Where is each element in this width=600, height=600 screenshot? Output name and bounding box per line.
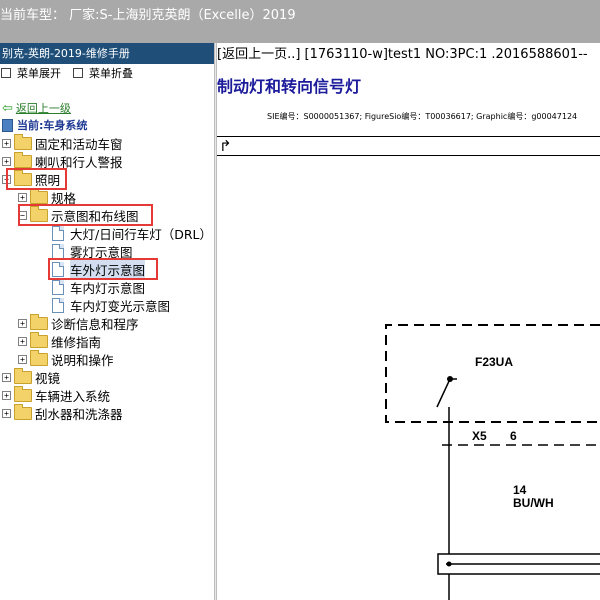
tree-item-lighting[interactable]: − 照明 bbox=[2, 169, 61, 188]
tree-item-diagnostics[interactable]: + 诊断信息和程序 bbox=[18, 313, 139, 332]
tree-item-interior-dimming[interactable]: 车内灯变光示意图 bbox=[52, 296, 170, 314]
tree-item-label: 雾灯示意图 bbox=[70, 244, 133, 260]
tree-item-horn[interactable]: + 喇叭和行人警报 bbox=[2, 151, 123, 170]
expand-icon[interactable]: + bbox=[2, 156, 11, 166]
folder-icon bbox=[14, 367, 32, 384]
pin-label: 6 bbox=[510, 429, 517, 443]
diagram-toolbar: ↱ bbox=[217, 136, 600, 156]
expand-icon[interactable]: + bbox=[2, 390, 11, 400]
tree-item-label: 固定和活动车窗 bbox=[35, 136, 123, 152]
document-icon bbox=[52, 297, 64, 313]
title-bar: 当前车型： 厂家:S-上海别克英朗（Excelle）2019 bbox=[0, 0, 600, 43]
connector-label: X5 bbox=[472, 429, 487, 443]
tree-item-repair[interactable]: + 维修指南 bbox=[18, 331, 102, 350]
expand-icon[interactable]: + bbox=[18, 192, 27, 202]
breadcrumb[interactable]: [返回上一页..] [1763110-w]test1 NO:3PC:1 .201… bbox=[217, 43, 588, 62]
tree-item-fog-lamp[interactable]: 雾灯示意图 bbox=[52, 242, 133, 260]
expand-icon[interactable]: + bbox=[18, 354, 27, 364]
tree-item-specs[interactable]: + 规格 bbox=[18, 187, 77, 206]
document-icon bbox=[52, 261, 64, 277]
current-node-label: 当前:车身系统 bbox=[17, 119, 88, 132]
tree-item-label: 规格 bbox=[51, 190, 77, 206]
tree-item-schematics[interactable]: − 示意图和布线图 bbox=[18, 205, 139, 224]
tree-item-label: 车外灯示意图 bbox=[70, 259, 146, 279]
current-node: 当前:车身系统 bbox=[2, 116, 87, 134]
menu-icon bbox=[73, 68, 83, 78]
tree-item-label: 喇叭和行人警报 bbox=[35, 154, 123, 170]
sidebar: 别克-英朗-2019-维修手册 菜单展开 菜单折叠 ⇦ 返回上一级 当前:车身系… bbox=[0, 43, 215, 600]
book-icon bbox=[2, 118, 13, 132]
switch-arm bbox=[436, 378, 451, 408]
tree-item-label: 车内灯变光示意图 bbox=[70, 298, 171, 314]
component-label: F23UA bbox=[475, 355, 513, 369]
folder-icon bbox=[30, 349, 48, 366]
open-folder-icon bbox=[14, 169, 32, 186]
back-arrow-icon: ⇦ bbox=[2, 100, 13, 116]
tree-item-wipers[interactable]: + 刮水器和洗涤器 bbox=[2, 403, 123, 422]
tree-item-label: 示意图和布线图 bbox=[51, 208, 139, 224]
tree-item-label: 车内灯示意图 bbox=[70, 280, 146, 296]
bus-bar-node bbox=[446, 561, 452, 567]
sidebar-header: 别克-英朗-2019-维修手册 bbox=[0, 43, 215, 64]
page-title: 制动灯和转向信号灯 bbox=[217, 77, 362, 96]
tree-item-label: 照明 bbox=[35, 172, 61, 188]
wire-color-label: BU/WH bbox=[513, 496, 554, 510]
folder-icon bbox=[30, 187, 48, 204]
folder-icon bbox=[14, 151, 32, 168]
document-icon bbox=[52, 225, 64, 241]
back-link-label: 返回上一级 bbox=[15, 102, 71, 115]
expand-icon[interactable]: + bbox=[18, 336, 27, 346]
folder-icon bbox=[14, 403, 32, 420]
window-title: 当前车型： 厂家:S-上海别克英朗（Excelle）2019 bbox=[0, 8, 296, 23]
tree-item-label: 刮水器和洗涤器 bbox=[35, 406, 123, 422]
tree-item-label: 车辆进入系统 bbox=[35, 388, 111, 404]
document-icon bbox=[52, 279, 64, 295]
tree-item-fixed-windows[interactable]: + 固定和活动车窗 bbox=[2, 133, 123, 152]
tree-item-entry[interactable]: + 车辆进入系统 bbox=[2, 385, 111, 404]
tree-item-label: 大灯/日间行车灯（DRL） bbox=[70, 226, 212, 242]
expand-all-label: 菜单展开 bbox=[17, 67, 61, 80]
tree-item-mirrors[interactable]: + 视镜 bbox=[2, 367, 61, 386]
tree-item-label: 视镜 bbox=[35, 370, 61, 386]
menu-icon bbox=[1, 68, 11, 78]
back-link[interactable]: ⇦ 返回上一级 bbox=[2, 99, 71, 117]
expand-all-button[interactable]: 菜单展开 bbox=[1, 65, 61, 81]
folder-icon bbox=[30, 313, 48, 330]
document-ids: SIE编号：S0000051367; FigureSio编号：T00036617… bbox=[267, 112, 578, 121]
content-panel: [返回上一页..] [1763110-w]test1 NO:3PC:1 .201… bbox=[217, 43, 600, 600]
breadcrumb-text: [返回上一页..] [1763110-w]test1 NO:3PC:1 .201… bbox=[217, 47, 588, 62]
expand-icon[interactable]: + bbox=[2, 372, 11, 382]
collapse-icon[interactable]: − bbox=[2, 174, 11, 184]
tree-item-label: 诊断信息和程序 bbox=[51, 316, 139, 332]
tree-item-exterior-lamp[interactable]: 车外灯示意图 bbox=[52, 259, 146, 279]
wire-gauge-label: 14 bbox=[513, 483, 527, 497]
expand-icon[interactable]: + bbox=[2, 138, 11, 148]
tree-item-label: 说明和操作 bbox=[51, 352, 114, 368]
folder-icon bbox=[30, 331, 48, 348]
document-icon bbox=[52, 243, 64, 259]
collapse-icon[interactable]: − bbox=[18, 210, 27, 220]
open-folder-icon bbox=[30, 205, 48, 222]
tree-item-operation[interactable]: + 说明和操作 bbox=[18, 349, 114, 368]
tree-item-headlamp[interactable]: 大灯/日间行车灯（DRL） bbox=[52, 224, 212, 242]
expand-icon[interactable]: + bbox=[2, 408, 11, 418]
folder-icon bbox=[14, 133, 32, 150]
tree-item-interior-lamp[interactable]: 车内灯示意图 bbox=[52, 278, 145, 296]
return-arrow-icon[interactable]: ↱ bbox=[219, 137, 232, 155]
collapse-all-button[interactable]: 菜单折叠 bbox=[73, 65, 133, 81]
wiring-diagram: F23UA X5 6 14 BU/WH bbox=[385, 324, 600, 600]
expand-icon[interactable]: + bbox=[18, 318, 27, 328]
component-box bbox=[385, 324, 600, 423]
tree-item-label: 维修指南 bbox=[51, 334, 102, 350]
collapse-all-label: 菜单折叠 bbox=[89, 67, 133, 80]
folder-icon bbox=[14, 385, 32, 402]
